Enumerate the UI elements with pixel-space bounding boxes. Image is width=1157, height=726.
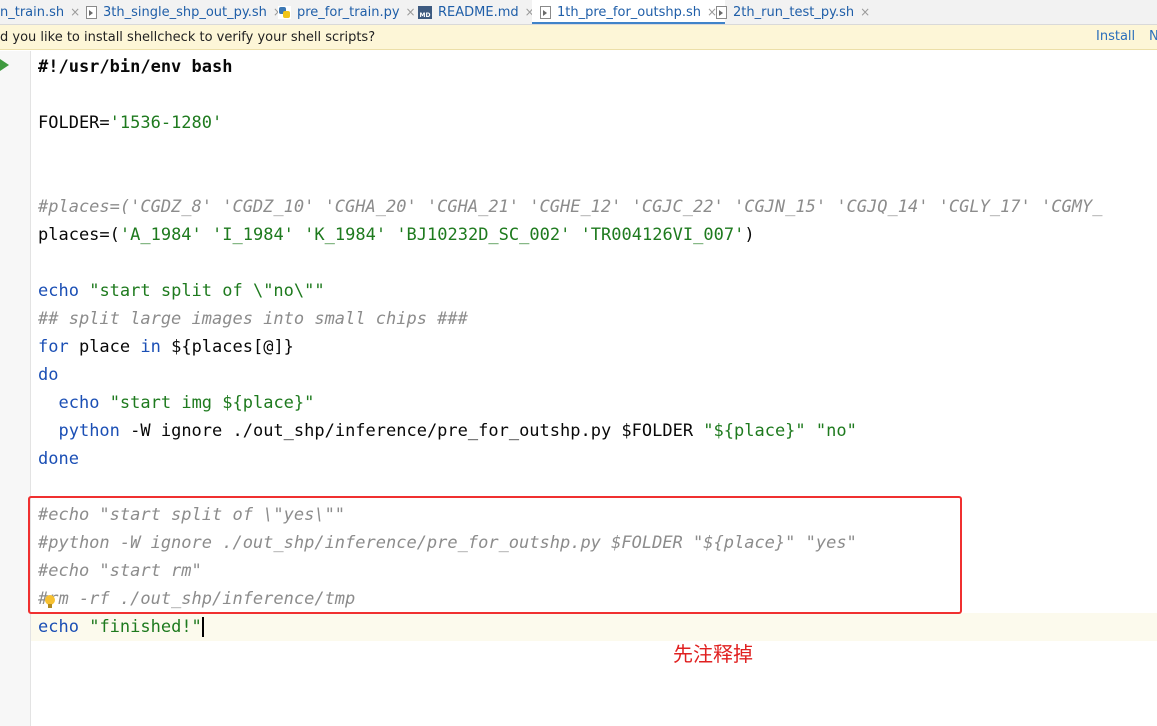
tab-readme-md[interactable]: MD README.md × (418, 0, 535, 24)
notification-more-link[interactable]: N (1149, 29, 1157, 44)
tab-label: 3th_single_shp_out_py.sh (103, 4, 267, 20)
tab-2th-run-test-py-sh[interactable]: 2th_run_test_py.sh × (716, 0, 870, 24)
code-line: echo "finished!" (38, 613, 204, 641)
keyword: echo (38, 281, 79, 301)
comment: #places=('CGDZ_8' 'CGDZ_10' 'CGHA_20' 'C… (38, 197, 1103, 217)
code-line: do (38, 361, 58, 389)
code-line: #!/usr/bin/env bash (38, 53, 232, 81)
string-literal: "start split of \"no\"" (89, 281, 325, 301)
notification-message: d you like to install shellcheck to veri… (0, 30, 376, 45)
text-caret (201, 617, 204, 637)
close-icon[interactable]: × (406, 5, 416, 19)
comment: ## split large images into small chips #… (38, 309, 468, 329)
tab-label: 1th_pre_for_outshp.sh (557, 4, 701, 20)
code-line: #places=('CGDZ_8' 'CGDZ_10' 'CGHA_20' 'C… (38, 193, 1102, 221)
code-token: -W ignore ./out_shp/inference/pre_for_ou… (119, 421, 704, 441)
code-editor[interactable]: #!/usr/bin/env bash FOLDER='1536-1280' #… (31, 53, 1157, 726)
close-icon[interactable]: × (860, 5, 870, 19)
string-literal: 'BJ10232D_SC_002' (396, 225, 571, 245)
code-line: places=('A_1984' 'I_1984' 'K_1984' 'BJ10… (38, 221, 755, 249)
code-line: for place in ${places[@]} (38, 333, 294, 361)
editor-tab-bar: n_train.sh × 3th_single_shp_out_py.sh × … (0, 0, 1157, 25)
code-token: ) (744, 225, 755, 245)
keyword: in (140, 337, 161, 357)
install-link[interactable]: Install (1096, 29, 1135, 44)
keyword: for (38, 337, 69, 357)
keyword: echo (58, 393, 100, 413)
active-tab-indicator (532, 22, 726, 24)
code-line: echo "start split of \"no\"" (38, 277, 325, 305)
editor-gutter (0, 51, 31, 726)
code-line: FOLDER='1536-1280' (38, 109, 222, 137)
string-literal: '1536-1280' (109, 113, 223, 133)
string-literal: 'I_1984' (212, 225, 294, 245)
annotation-text: 先注释掉 (673, 642, 753, 666)
code-token: FOLDER= (38, 113, 110, 133)
string-literal: "finished!" (89, 617, 202, 637)
code-line: done (38, 445, 79, 473)
tab-3th-single-shp-out-py-sh[interactable]: 3th_single_shp_out_py.sh × (86, 0, 283, 24)
keyword: python (58, 421, 120, 441)
keyword: do (38, 365, 59, 385)
markdown-file-icon: MD (418, 5, 432, 19)
close-icon[interactable]: × (70, 5, 80, 19)
tab-label: 2th_run_test_py.sh (733, 4, 855, 20)
string-literal: 'A_1984' (119, 225, 202, 245)
string-literal: "${place}" (703, 421, 806, 441)
code-token: place (68, 337, 141, 357)
shell-file-icon (716, 5, 727, 19)
python-file-icon (278, 5, 291, 19)
run-icon[interactable] (0, 59, 9, 71)
code-token: ${places[@]} (160, 337, 294, 357)
shebang: #!/usr/bin/env bash (38, 57, 233, 77)
tab-pre-for-train-py[interactable]: pre_for_train.py × (278, 0, 416, 24)
tab-label: README.md (438, 4, 519, 20)
code-line: ## split large images into small chips #… (38, 305, 468, 333)
tab-label: n_train.sh (0, 4, 65, 20)
keyword: done (38, 449, 79, 469)
tab-n-train-sh[interactable]: n_train.sh × (0, 0, 80, 24)
shellcheck-notification-bar: d you like to install shellcheck to veri… (0, 25, 1157, 50)
keyword: echo (38, 617, 79, 637)
string-literal: "no" (815, 421, 857, 441)
code-line: echo "start img ${place}" (38, 389, 314, 417)
highlight-box (28, 496, 962, 614)
code-token: places=( (38, 225, 120, 245)
string-literal: 'TR004126VI_007' (580, 225, 745, 245)
shell-file-icon (86, 5, 97, 19)
code-line: python -W ignore ./out_shp/inference/pre… (38, 417, 857, 445)
string-literal: "start img ${place}" (109, 393, 315, 413)
tab-label: pre_for_train.py (297, 4, 400, 20)
shell-file-icon (540, 5, 551, 19)
string-literal: 'K_1984' (304, 225, 387, 245)
tab-1th-pre-for-outshp-sh[interactable]: 1th_pre_for_outshp.sh × (532, 0, 726, 24)
